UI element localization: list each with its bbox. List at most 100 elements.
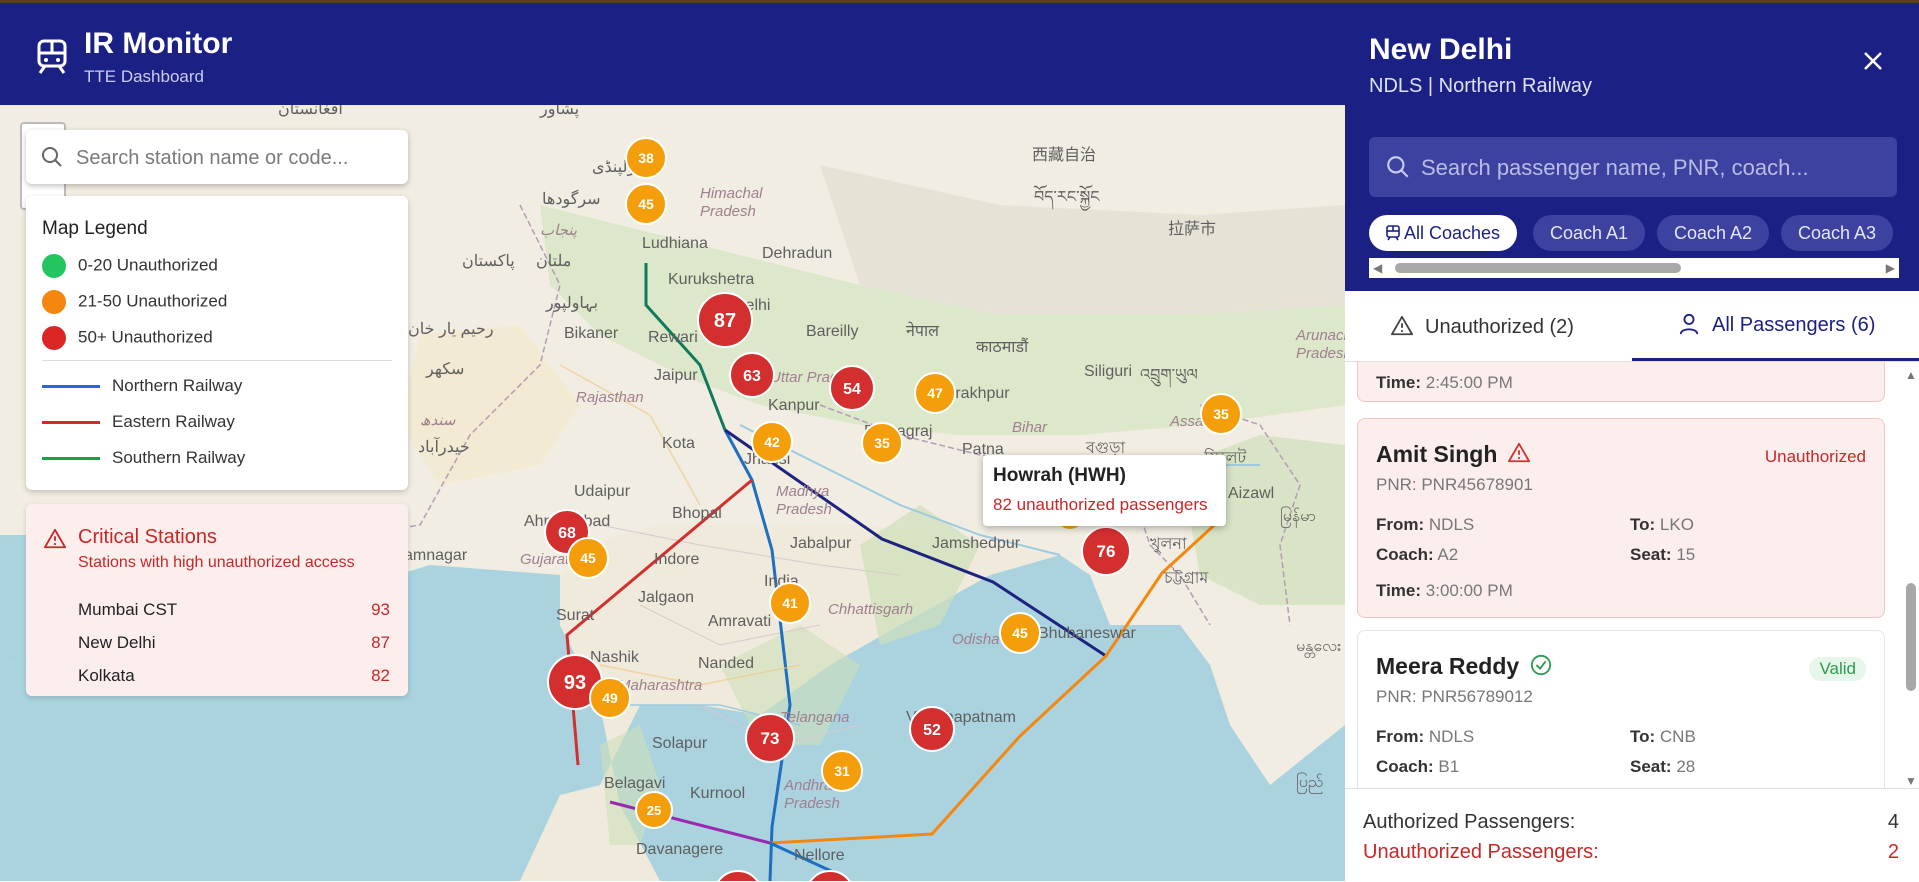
passenger-pnr: PNR: PNR56789012 bbox=[1376, 687, 1533, 706]
passenger-list[interactable]: Time: 2:45:00 PM Amit Singh PNR: PNR4567… bbox=[1345, 362, 1919, 788]
critical-station-name: Mumbai CST bbox=[78, 600, 178, 619]
tab-label: All Passengers (6) bbox=[1712, 314, 1876, 336]
station-search-input[interactable] bbox=[74, 142, 398, 174]
scrollbar-thumb[interactable] bbox=[1395, 263, 1681, 273]
app-header: IR Monitor TTE Dashboard bbox=[0, 3, 1345, 105]
legend-label: Southern Railway bbox=[112, 448, 246, 467]
status-badge: Valid bbox=[1809, 657, 1866, 681]
station-marker[interactable]: 47 bbox=[914, 372, 956, 414]
station-marker-partial[interactable] bbox=[714, 870, 762, 881]
status-badge: Unauthorized bbox=[1764, 447, 1866, 466]
station-marker[interactable]: 35 bbox=[1200, 393, 1242, 435]
critical-station-row[interactable]: Mumbai CST 93 bbox=[78, 600, 390, 620]
warning-icon bbox=[44, 528, 66, 549]
critical-station-row[interactable]: Kolkata 82 bbox=[78, 666, 390, 686]
svg-text:41: 41 bbox=[782, 595, 798, 611]
station-marker[interactable]: 87 bbox=[697, 292, 753, 348]
station-marker[interactable]: 25 bbox=[635, 791, 673, 829]
svg-text:45: 45 bbox=[1012, 625, 1028, 641]
panel-header: New Delhi NDLS | Northern Railway All C bbox=[1345, 3, 1919, 291]
legend-label: 0-20 Unauthorized bbox=[78, 255, 218, 275]
critical-station-row[interactable]: New Delhi 87 bbox=[78, 633, 390, 653]
train-icon bbox=[37, 39, 67, 74]
passenger-summary: Authorized Passengers: 4 Unauthorized Pa… bbox=[1345, 788, 1919, 882]
chips-scrollbar[interactable]: ◀ ▶ bbox=[1369, 258, 1899, 278]
critical-subtitle: Stations with high unauthorized access bbox=[78, 554, 355, 571]
tab-label: Unauthorized (2) bbox=[1425, 316, 1574, 338]
station-marker[interactable]: 73 bbox=[745, 713, 795, 763]
legend-label: Northern Railway bbox=[112, 376, 243, 395]
passenger-search-input[interactable] bbox=[1419, 151, 1883, 185]
check-circle-icon bbox=[1530, 654, 1551, 676]
coach-filter-chips: All Coaches Coach A1 Coach A2 Coach A3 bbox=[1369, 215, 1899, 253]
passenger-list-scrollbar[interactable]: ▲ ▼ bbox=[1903, 368, 1919, 788]
station-marker[interactable]: 49 bbox=[589, 677, 631, 719]
svg-text:45: 45 bbox=[638, 196, 654, 212]
passenger-card[interactable]: Amit Singh PNR: PNR45678901 Unauthorized… bbox=[1357, 418, 1885, 618]
search-icon bbox=[42, 147, 62, 167]
critical-station-count: 82 bbox=[371, 666, 390, 685]
svg-text:35: 35 bbox=[1213, 406, 1229, 422]
station-marker[interactable]: 35 bbox=[861, 422, 903, 464]
station-marker[interactable]: 45 bbox=[625, 183, 667, 225]
critical-station-count: 87 bbox=[371, 633, 390, 652]
tooltip-station-name: Howrah (HWH) bbox=[993, 465, 1126, 486]
station-marker-partial[interactable] bbox=[806, 870, 854, 881]
svg-text:93: 93 bbox=[564, 672, 586, 694]
legend-label: Eastern Railway bbox=[112, 412, 235, 431]
close-icon[interactable] bbox=[1859, 47, 1887, 75]
station-tooltip: Howrah (HWH) 82 unauthorized passengers bbox=[983, 455, 1226, 526]
scroll-right-icon[interactable]: ▶ bbox=[1886, 261, 1895, 275]
app-subtitle: TTE Dashboard bbox=[84, 67, 204, 86]
user-icon bbox=[1679, 313, 1699, 335]
tab-unauthorized[interactable]: Unauthorized (2) bbox=[1345, 291, 1632, 361]
legend-divider bbox=[42, 360, 392, 361]
legend-item: 0-20 Unauthorized bbox=[42, 254, 218, 278]
station-marker[interactable]: 54 bbox=[829, 365, 875, 411]
station-marker[interactable]: 63 bbox=[729, 352, 775, 398]
scroll-down-icon[interactable]: ▼ bbox=[1905, 774, 1917, 788]
station-marker[interactable]: 38 bbox=[625, 137, 667, 179]
svg-text:54: 54 bbox=[843, 381, 861, 398]
svg-text:52: 52 bbox=[923, 722, 941, 739]
station-marker[interactable]: 41 bbox=[769, 582, 811, 624]
station-marker[interactable]: 52 bbox=[909, 706, 955, 752]
passenger-search[interactable] bbox=[1369, 137, 1897, 197]
station-marker[interactable]: 42 bbox=[751, 421, 793, 463]
station-name: New Delhi bbox=[1369, 33, 1513, 66]
legend-title: Map Legend bbox=[42, 218, 148, 239]
unauthorized-count: 2 bbox=[1887, 841, 1899, 863]
scroll-up-icon[interactable]: ▲ bbox=[1905, 368, 1917, 382]
tab-all-passengers[interactable]: All Passengers (6) bbox=[1632, 291, 1919, 361]
chip-coach-a2[interactable]: Coach A2 bbox=[1657, 215, 1770, 251]
chip-all-coaches[interactable]: All Coaches bbox=[1369, 215, 1518, 251]
passenger-card[interactable]: Time: 2:45:00 PM bbox=[1357, 362, 1885, 402]
legend-label: 21-50 Unauthorized bbox=[78, 291, 228, 311]
svg-text:68: 68 bbox=[558, 525, 576, 542]
passenger-seat: Seat: 15 bbox=[1630, 545, 1696, 564]
scrollbar-thumb[interactable] bbox=[1906, 583, 1916, 691]
station-search[interactable] bbox=[26, 130, 408, 184]
svg-text:76: 76 bbox=[1097, 542, 1116, 561]
station-marker[interactable]: 45 bbox=[999, 612, 1041, 654]
station-info: NDLS | Northern Railway bbox=[1369, 75, 1593, 97]
chip-coach-a3[interactable]: Coach A3 bbox=[1781, 215, 1894, 251]
chip-coach-a1[interactable]: Coach A1 bbox=[1533, 215, 1646, 251]
legend-line bbox=[42, 385, 100, 389]
chip-label: Coach A2 bbox=[1674, 223, 1753, 243]
authorized-label: Authorized Passengers: bbox=[1363, 811, 1576, 833]
station-marker[interactable]: 45 bbox=[567, 537, 609, 579]
station-marker[interactable]: 31 bbox=[821, 750, 863, 792]
station-marker[interactable]: 76 bbox=[1081, 526, 1131, 576]
passenger-from: From: NDLS bbox=[1376, 515, 1475, 534]
legend-label: 50+ Unauthorized bbox=[78, 327, 213, 347]
scroll-left-icon[interactable]: ◀ bbox=[1373, 261, 1382, 275]
train-icon bbox=[1386, 225, 1400, 241]
svg-text:63: 63 bbox=[743, 368, 761, 385]
unauthorized-label: Unauthorized Passengers: bbox=[1363, 841, 1599, 863]
chip-label: Coach A3 bbox=[1798, 223, 1877, 243]
svg-text:42: 42 bbox=[764, 434, 780, 450]
svg-text:73: 73 bbox=[761, 729, 780, 748]
passenger-card[interactable]: Meera Reddy PNR: PNR56789012 Valid From:… bbox=[1357, 630, 1885, 788]
map-legend: Map Legend 0-20 Unauthorized 21-50 Unaut… bbox=[26, 196, 408, 490]
